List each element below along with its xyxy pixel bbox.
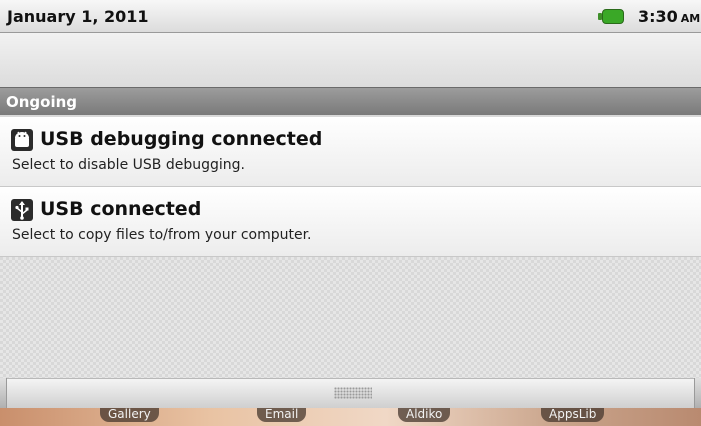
notification-header-area [0, 33, 701, 87]
android-debug-icon [11, 129, 33, 151]
dock-app-aldiko[interactable]: Aldiko [398, 408, 451, 422]
notification-drag-handle[interactable] [0, 378, 701, 408]
battery-icon [598, 9, 624, 24]
status-bar[interactable]: January 1, 2011 3:30 AM [0, 0, 701, 33]
status-time: 3:30 [638, 7, 678, 26]
handle-edge-right [694, 378, 701, 408]
notification-title: USB debugging connected [40, 128, 323, 150]
notification-empty-area [0, 257, 701, 378]
status-date: January 1, 2011 [7, 7, 149, 26]
dock-app-email[interactable]: Email [257, 408, 307, 422]
notification-title: USB connected [40, 198, 202, 220]
status-ampm: AM [680, 12, 701, 25]
home-dock: Gallery Email Aldiko AppsLib [0, 408, 701, 426]
ongoing-section-header: Ongoing [0, 87, 701, 115]
usb-icon [11, 199, 33, 221]
notification-usb-connected[interactable]: USB connected Select to copy files to/fr… [0, 187, 701, 257]
section-label: Ongoing [6, 93, 78, 111]
notification-subtitle: Select to disable USB debugging. [12, 157, 245, 173]
dock-app-gallery[interactable]: Gallery [100, 408, 159, 422]
handle-edge-left [0, 378, 7, 408]
notification-subtitle: Select to copy files to/from your comput… [12, 227, 312, 243]
notification-usb-debugging[interactable]: USB debugging connected Select to disabl… [0, 117, 701, 187]
status-clock: 3:30 AM [638, 7, 700, 26]
grip-icon [334, 387, 372, 399]
dock-app-appslib[interactable]: AppsLib [541, 408, 605, 422]
